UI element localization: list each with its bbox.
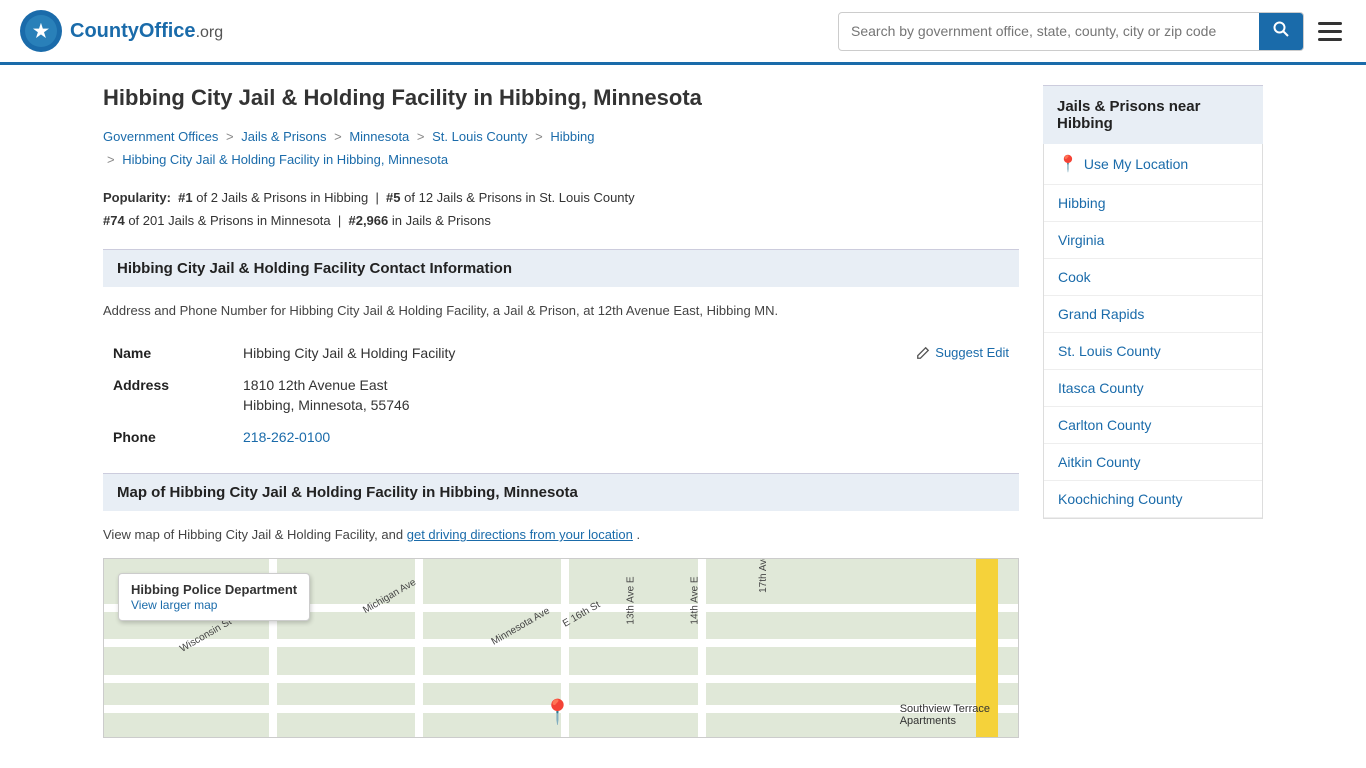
rank2-text: of 12 Jails & Prisons in St. Louis Count… (404, 190, 635, 205)
breadcrumb-current[interactable]: Hibbing City Jail & Holding Facility in … (122, 152, 448, 167)
page-title: Hibbing City Jail & Holding Facility in … (103, 85, 1019, 111)
sidebar-link[interactable]: Aitkin County (1044, 444, 1262, 480)
logo-icon: ★ (20, 10, 62, 52)
map-pin: 📍 (543, 698, 573, 727)
address-line1: 1810 12th Avenue East (243, 377, 1009, 393)
search-button[interactable] (1259, 13, 1303, 50)
logo-area: ★ CountyOffice.org (20, 10, 223, 52)
sidebar: Jails & Prisons near Hibbing 📍 Use My Lo… (1043, 85, 1263, 738)
main-container: Hibbing City Jail & Holding Facility in … (83, 85, 1283, 738)
sidebar-link[interactable]: Hibbing (1044, 185, 1262, 221)
address-line2: Hibbing, Minnesota, 55746 (243, 397, 1009, 413)
search-icon (1273, 21, 1289, 37)
sidebar-list: 📍 Use My Location Hibbing Virginia Cook … (1043, 144, 1263, 519)
driving-directions-link[interactable]: get driving directions from your locatio… (407, 527, 633, 542)
rank3-text: of 201 Jails & Prisons in Minnesota (128, 213, 330, 228)
table-row: Address 1810 12th Avenue East Hibbing, M… (103, 369, 1019, 421)
sidebar-item[interactable]: Itasca County (1044, 370, 1262, 407)
sidebar-link[interactable]: Virginia (1044, 222, 1262, 258)
rank4: #2,966 (348, 213, 388, 228)
logo-text: CountyOffice.org (70, 20, 223, 43)
breadcrumb-link[interactable]: Minnesota (349, 129, 409, 144)
contact-description: Address and Phone Number for Hibbing Cit… (103, 301, 1019, 322)
sidebar-header: Jails & Prisons near Hibbing (1043, 85, 1263, 144)
content-area: Hibbing City Jail & Holding Facility in … (103, 85, 1019, 738)
suggest-edit-link[interactable]: Suggest Edit (916, 345, 1009, 360)
sidebar-item[interactable]: Hibbing (1044, 185, 1262, 222)
sidebar-item[interactable]: Koochiching County (1044, 481, 1262, 518)
location-pin-icon: 📍 (1058, 154, 1078, 174)
breadcrumb-link[interactable]: Jails & Prisons (241, 129, 326, 144)
table-row: Name Hibbing City Jail & Holding Facilit… (103, 337, 1019, 369)
rank3: #74 (103, 213, 125, 228)
use-location-link[interactable]: 📍 Use My Location (1044, 144, 1262, 184)
popularity-label: Popularity: (103, 190, 171, 205)
rank2: #5 (386, 190, 400, 205)
map-description: View map of Hibbing City Jail & Holding … (103, 525, 1019, 546)
search-bar (838, 12, 1304, 51)
svg-text:★: ★ (33, 21, 50, 41)
name-label: Name (103, 337, 233, 369)
sidebar-item[interactable]: Grand Rapids (1044, 296, 1262, 333)
header-right (838, 12, 1346, 51)
menu-button[interactable] (1314, 18, 1346, 45)
contact-detail-table: Name Hibbing City Jail & Holding Facilit… (103, 337, 1019, 453)
rank1-text: of 2 Jails & Prisons in Hibbing (196, 190, 368, 205)
breadcrumb: Government Offices > Jails & Prisons > M… (103, 125, 1019, 172)
sidebar-link[interactable]: Grand Rapids (1044, 296, 1262, 332)
sidebar-link[interactable]: Cook (1044, 259, 1262, 295)
map-street-label: 14th Ave E (689, 576, 700, 624)
popup-link[interactable]: View larger map (131, 598, 217, 612)
map-section-header: Map of Hibbing City Jail & Holding Facil… (103, 473, 1019, 511)
search-input[interactable] (839, 15, 1259, 47)
map-street-label: 17th Ave (758, 558, 769, 593)
popularity-bar: Popularity: #1 of 2 Jails & Prisons in H… (103, 186, 1019, 233)
map-container[interactable]: Michigan Ave Minnesota Ave Wisconsin St … (103, 558, 1019, 738)
map-popup: Hibbing Police Department View larger ma… (118, 573, 310, 621)
rank1: #1 (178, 190, 192, 205)
sidebar-item-use-location[interactable]: 📍 Use My Location (1044, 144, 1262, 185)
sidebar-link[interactable]: Itasca County (1044, 370, 1262, 406)
sidebar-item[interactable]: Aitkin County (1044, 444, 1262, 481)
address-label: Address (103, 369, 233, 421)
popup-title: Hibbing Police Department (131, 582, 297, 597)
name-value: Hibbing City Jail & Holding Facility (243, 345, 455, 361)
contact-section-header: Hibbing City Jail & Holding Facility Con… (103, 249, 1019, 287)
menu-line (1318, 30, 1342, 33)
sidebar-link[interactable]: Carlton County (1044, 407, 1262, 443)
header: ★ CountyOffice.org (0, 0, 1366, 65)
menu-line (1318, 38, 1342, 41)
rank4-text: in Jails & Prisons (392, 213, 491, 228)
sidebar-item[interactable]: St. Louis County (1044, 333, 1262, 370)
phone-label: Phone (103, 421, 233, 453)
sidebar-link[interactable]: Koochiching County (1044, 481, 1262, 517)
sidebar-item[interactable]: Virginia (1044, 222, 1262, 259)
table-row: Phone 218-262-0100 (103, 421, 1019, 453)
breadcrumb-link[interactable]: Hibbing (550, 129, 594, 144)
menu-line (1318, 22, 1342, 25)
breadcrumb-link[interactable]: Government Offices (103, 129, 218, 144)
map-label: Southview TerraceApartments (900, 703, 990, 727)
map-street-label: 13th Ave E (625, 576, 636, 624)
sidebar-link[interactable]: St. Louis County (1044, 333, 1262, 369)
phone-link[interactable]: 218-262-0100 (243, 429, 330, 445)
sidebar-item[interactable]: Cook (1044, 259, 1262, 296)
edit-icon (916, 346, 930, 360)
sidebar-item[interactable]: Carlton County (1044, 407, 1262, 444)
breadcrumb-link[interactable]: St. Louis County (432, 129, 527, 144)
